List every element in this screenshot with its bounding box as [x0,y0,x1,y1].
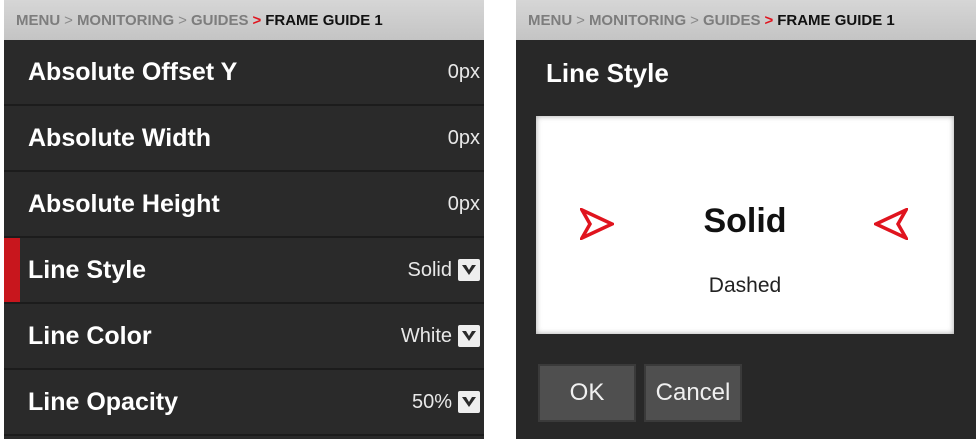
breadcrumb-current: FRAME GUIDE 1 [265,11,383,29]
setting-row-line-style[interactable]: Line Style Solid [4,238,484,304]
dialog-title: Line Style [546,58,669,88]
dropdown-value: White [400,324,452,347]
ok-button[interactable]: OK [538,364,636,422]
setting-label: Line Opacity [28,387,179,416]
breadcrumb-separator: > [64,11,73,29]
setting-row-absolute-height[interactable]: Absolute Height 0px [4,172,484,238]
picker-option[interactable]: Dashed [536,274,954,298]
chevron-down-icon[interactable] [458,325,480,347]
picker-arrow-right-icon[interactable] [871,206,911,245]
breadcrumb-current: FRAME GUIDE 1 [777,11,895,29]
breadcrumb-current-separator: > [252,11,262,29]
setting-row-line-opacity[interactable]: Line Opacity 50% [4,370,484,436]
breadcrumb-separator: > [178,11,187,29]
setting-value: 0px [447,192,480,215]
setting-label: Absolute Offset Y [28,57,238,86]
breadcrumb-monitoring[interactable]: MONITORING [77,12,174,29]
setting-row-absolute-width[interactable]: Absolute Width 0px [4,106,484,172]
dropdown-value: 50% [411,390,452,413]
cancel-button[interactable]: Cancel [644,364,742,422]
breadcrumb: MENU > MONITORING > GUIDES > FRAME GUIDE… [4,0,484,40]
frame-guide-settings-panel: MENU > MONITORING > GUIDES > FRAME GUIDE… [4,0,484,439]
breadcrumb-guides[interactable]: GUIDES [191,12,249,29]
setting-row-absolute-offset-y[interactable]: Absolute Offset Y 0px [4,40,484,106]
breadcrumb-separator: > [690,11,699,29]
setting-row-line-color[interactable]: Line Color White [4,304,484,370]
line-style-dropdown[interactable]: Solid [408,259,480,282]
line-color-dropdown[interactable]: White [401,325,480,348]
breadcrumb-menu[interactable]: MENU [528,12,572,29]
breadcrumb: MENU > MONITORING > GUIDES > FRAME GUIDE… [516,0,976,40]
line-style-dialog: MENU > MONITORING > GUIDES > FRAME GUIDE… [516,0,976,439]
breadcrumb-menu[interactable]: MENU [16,12,60,29]
breadcrumb-separator: > [576,11,585,29]
line-style-picker[interactable]: Solid Dashed [536,116,954,334]
setting-label: Absolute Height [28,189,220,218]
setting-label: Line Color [28,321,152,350]
breadcrumb-guides[interactable]: GUIDES [703,12,761,29]
setting-label: Line Style [28,255,147,284]
setting-value: 0px [447,60,480,83]
setting-label: Absolute Width [28,123,212,152]
setting-value: 0px [447,126,480,149]
chevron-down-icon[interactable] [458,391,480,413]
chevron-down-icon[interactable] [458,259,480,281]
breadcrumb-monitoring[interactable]: MONITORING [589,12,686,29]
selection-marker [4,238,20,302]
dropdown-value: Solid [407,258,452,281]
line-opacity-dropdown[interactable]: 50% [412,391,480,414]
breadcrumb-current-separator: > [764,11,774,29]
